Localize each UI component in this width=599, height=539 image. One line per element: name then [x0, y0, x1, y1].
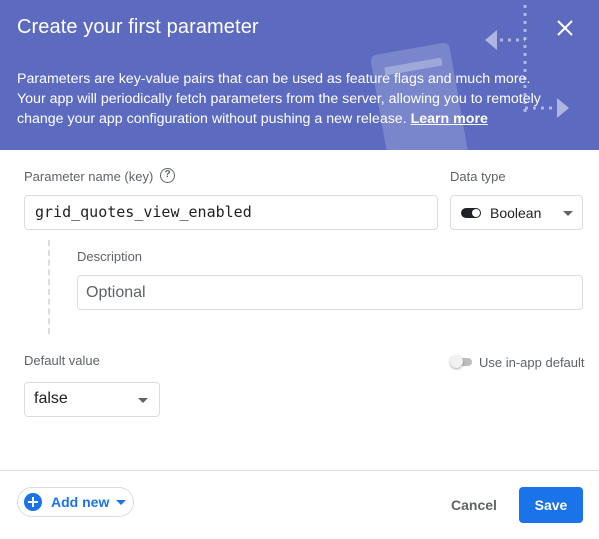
dashed-connector — [48, 240, 50, 334]
cancel-button[interactable]: Cancel — [443, 489, 505, 521]
default-value-select[interactable]: false — [24, 382, 160, 417]
data-type-select[interactable]: Boolean — [450, 195, 583, 230]
close-icon[interactable] — [552, 15, 578, 41]
add-new-label: Add new — [51, 494, 110, 510]
add-new-button[interactable]: Add new — [17, 487, 134, 517]
switch-thumb — [450, 355, 463, 368]
save-button[interactable]: Save — [519, 487, 583, 523]
learn-more-link[interactable]: Learn more — [411, 111, 488, 127]
footer-divider — [0, 470, 599, 471]
default-value-label: Default value — [24, 353, 100, 368]
description-input[interactable]: Optional — [77, 275, 583, 310]
use-in-app-default-label: Use in-app default — [479, 355, 585, 370]
default-value-text: false — [34, 390, 68, 407]
boolean-toggle-icon — [461, 208, 481, 218]
dialog-title: Create your first parameter — [17, 16, 259, 38]
dropdown-arrow-icon — [563, 211, 573, 216]
chevron-down-icon — [116, 500, 126, 505]
help-icon[interactable]: ? — [160, 168, 175, 183]
description-label: Description — [77, 249, 143, 264]
dropdown-arrow-icon — [138, 398, 148, 403]
use-in-app-default-switch[interactable] — [450, 355, 472, 368]
intro-text: Parameters are key-value pairs that can … — [17, 69, 557, 129]
data-type-label: Data type — [450, 169, 506, 184]
parameter-key-label: Parameter name (key) — [24, 169, 154, 184]
add-circle-icon — [24, 493, 42, 511]
parameter-key-input[interactable]: grid_quotes_view_enabled — [24, 195, 438, 230]
dialog-header: Create your first parameter Parameters a… — [0, 0, 599, 150]
data-type-value: Boolean — [490, 205, 542, 221]
